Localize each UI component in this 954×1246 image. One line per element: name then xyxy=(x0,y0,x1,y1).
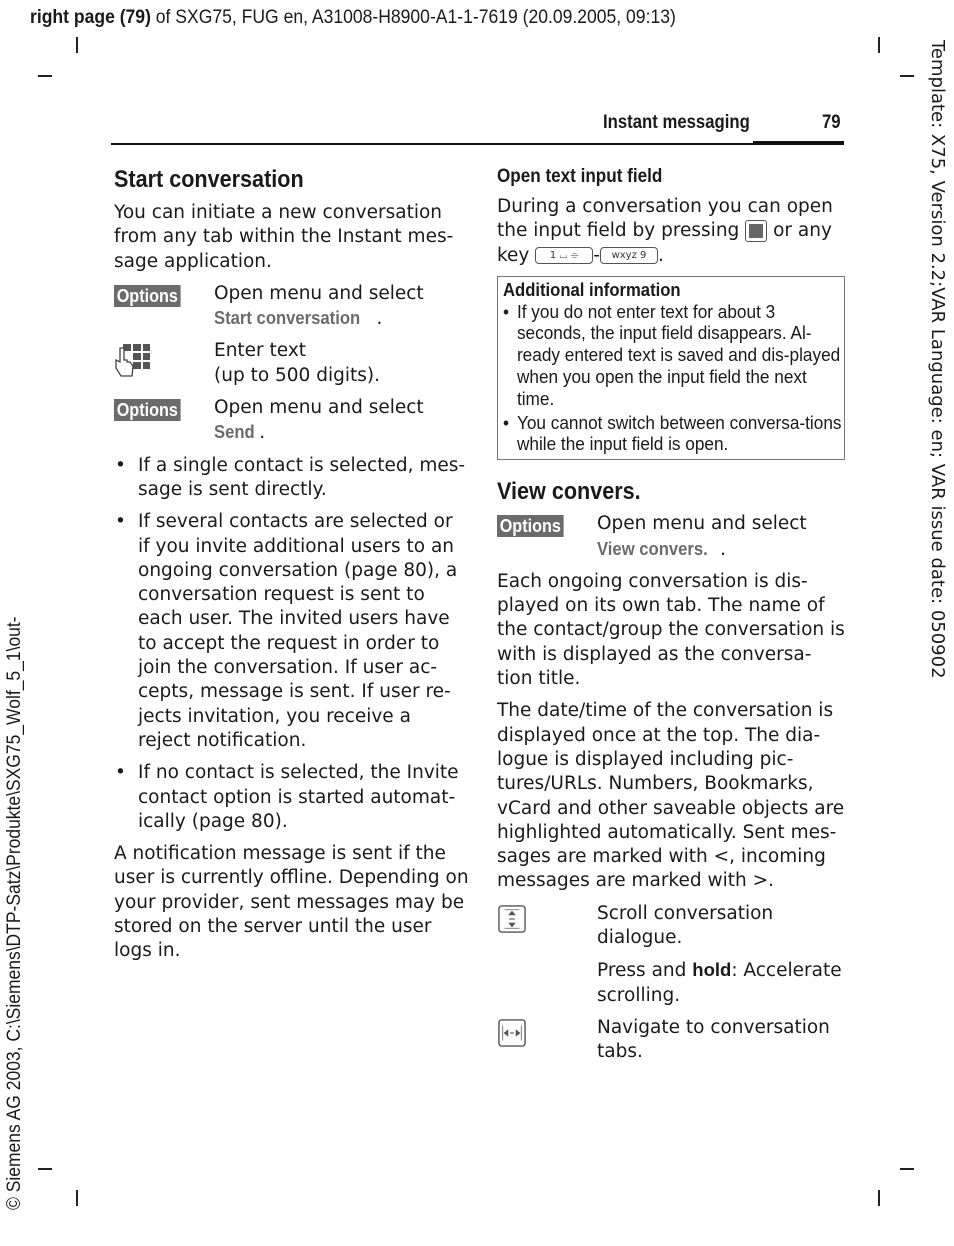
running-header-title: Instant messaging xyxy=(603,112,750,133)
left-column: Start conversation You can initiate a ne… xyxy=(114,164,469,972)
key-9-icon: wxyz 9 xyxy=(599,247,658,265)
nav-tabs-text: Navigate to conversation tabs. xyxy=(597,1016,830,1063)
step-options-view: Options Open menu and select View convers… xyxy=(497,512,845,562)
intro-paragraph: You can initiate a new conversation from… xyxy=(114,202,454,272)
step-text-2: (up to 500 digits). xyxy=(214,364,380,386)
period: . xyxy=(657,244,664,266)
menu-item-start-conversation: Start conversation xyxy=(214,307,361,329)
scroll-up-down-icon xyxy=(498,904,526,933)
input-paragraph: During a conversation you can open the i… xyxy=(497,195,845,268)
crop-mark xyxy=(38,75,52,77)
bullet-item: If no contact is selected, the Invite co… xyxy=(114,761,469,834)
menu-item-send: Send xyxy=(214,421,255,443)
subheading-open-text-input: Open text input field xyxy=(497,166,663,187)
step-suffix: . xyxy=(259,422,266,444)
section-heading-start-conversation: Start conversation xyxy=(114,166,304,193)
nav-scroll-row: Scroll conversation dialogue. Press and … xyxy=(497,902,845,1008)
paragraph-datetime: The date/time of the conversation is dis… xyxy=(497,700,845,892)
nav-scroll-extra: Press and hold: Accelerate scrolling. xyxy=(597,958,845,1008)
crop-mark xyxy=(38,1168,52,1170)
bullet-item: If a single contact is selected, mes-sag… xyxy=(114,454,469,503)
nav-tabs-row: Navigate to conversation tabs. xyxy=(497,1016,845,1065)
step-enter-text: Enter text (up to 500 digits). xyxy=(114,339,469,388)
crop-mark xyxy=(76,37,78,53)
print-info-line: right page (79) of SXG75, FUG en, A31008… xyxy=(30,6,676,29)
header-rule xyxy=(111,143,844,145)
paragraph-tabs: Each ongoing conversation is dis-played … xyxy=(497,570,845,690)
additional-info-box: Additional information If you do not ent… xyxy=(497,275,845,461)
page-number: 79 xyxy=(822,112,841,133)
right-column: Open text input field During a conversat… xyxy=(497,164,845,1073)
crop-mark xyxy=(76,1190,78,1206)
crop-mark xyxy=(900,75,914,77)
options-softkey: Options xyxy=(114,284,181,307)
hold-bold: hold xyxy=(692,959,732,981)
keypad-hand-icon xyxy=(115,344,150,378)
step-suffix: . xyxy=(720,538,726,560)
step-options-send: Options Open menu and select Send. xyxy=(114,396,469,446)
header-rule-thick xyxy=(753,141,844,145)
options-softkey: Options xyxy=(114,399,181,422)
step-text: Open menu and select xyxy=(214,282,424,304)
extra-pre: Press and xyxy=(597,960,693,982)
side-template-text: Template: X75, Version 2.2;VAR Language:… xyxy=(927,40,948,679)
menu-item-view-convers: View convers. xyxy=(597,537,708,559)
center-key-icon xyxy=(745,220,768,243)
section-heading-view-convers: View convers. xyxy=(497,478,641,506)
step-suffix: . xyxy=(376,308,383,330)
info-title: Additional information xyxy=(503,278,681,300)
side-path-text: © Siemens AG 2003, C:\Siemens\DTP-Satz\P… xyxy=(4,616,25,1210)
bullet-item: If several contacts are selected or if y… xyxy=(114,510,469,753)
options-softkey: Options xyxy=(497,515,564,538)
key-range-dash: - xyxy=(593,244,600,266)
key-1-icon: 1 ⌴ ⌯ xyxy=(535,247,594,265)
print-info-text: of SXG75, FUG en, A31008-H8900-A1-1-7619… xyxy=(150,6,676,28)
step-text: Open menu and select xyxy=(597,513,807,535)
navigate-left-right-icon xyxy=(498,1019,526,1047)
print-info-bold: right page (79) xyxy=(30,6,151,28)
info-bullet: If you do not enter text for about 3 sec… xyxy=(503,301,842,410)
info-bullet: You cannot switch between conversa-tions… xyxy=(503,412,842,456)
nav-scroll-text: Scroll conversation dialogue. xyxy=(597,902,774,949)
step-text: Open menu and select xyxy=(214,397,424,419)
closing-paragraph: A notification message is sent if the us… xyxy=(114,843,469,962)
step-text: Enter text xyxy=(214,340,307,362)
crop-mark xyxy=(878,1190,880,1206)
crop-mark xyxy=(878,37,880,53)
step-options-start: Options Open menu and select Start conver… xyxy=(114,282,469,332)
bullet-list: If a single contact is selected, mes-sag… xyxy=(114,454,469,834)
crop-mark xyxy=(900,1168,914,1170)
